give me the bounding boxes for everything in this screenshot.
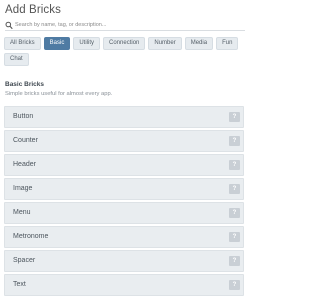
help-icon[interactable]: ? bbox=[229, 183, 240, 194]
brick-button[interactable]: Button ? bbox=[4, 106, 244, 128]
brick-list: Button ? Counter ? Header ? Image ? Menu… bbox=[4, 106, 244, 298]
brick-label: Spacer bbox=[13, 257, 36, 265]
brick-label: Image bbox=[13, 185, 33, 193]
filter-basic[interactable]: Basic bbox=[43, 37, 71, 50]
help-icon[interactable]: ? bbox=[229, 207, 240, 218]
brick-label: Header bbox=[13, 161, 36, 169]
brick-label: Button bbox=[13, 113, 34, 121]
filter-media[interactable]: Media bbox=[184, 37, 214, 50]
filter-all-bricks[interactable]: All Bricks bbox=[4, 37, 41, 50]
filter-utility[interactable]: Utility bbox=[73, 37, 101, 50]
help-icon[interactable]: ? bbox=[229, 231, 240, 242]
section-subtitle: Simple bricks useful for almost every ap… bbox=[5, 91, 113, 97]
brick-label: Text bbox=[13, 281, 26, 289]
section-title: Basic Bricks bbox=[5, 81, 45, 88]
brick-spacer[interactable]: Spacer ? bbox=[4, 250, 244, 272]
brick-text[interactable]: Text ? bbox=[4, 274, 244, 296]
help-icon[interactable]: ? bbox=[229, 111, 240, 122]
help-icon[interactable]: ? bbox=[229, 135, 240, 146]
brick-counter[interactable]: Counter ? bbox=[4, 130, 244, 152]
page-title: Add Bricks bbox=[5, 4, 61, 16]
search-bar bbox=[5, 20, 245, 31]
help-icon[interactable]: ? bbox=[229, 279, 240, 290]
brick-image[interactable]: Image ? bbox=[4, 178, 244, 200]
brick-label: Menu bbox=[13, 209, 31, 217]
brick-menu[interactable]: Menu ? bbox=[4, 202, 244, 224]
brick-label: Counter bbox=[13, 137, 38, 145]
filter-number[interactable]: Number bbox=[148, 37, 182, 50]
filter-connection[interactable]: Connection bbox=[103, 37, 146, 50]
filter-tabs: All Bricks Basic Utility Connection Numb… bbox=[4, 37, 244, 66]
search-input[interactable] bbox=[15, 20, 235, 30]
brick-metronome[interactable]: Metronome ? bbox=[4, 226, 244, 248]
filter-chat[interactable]: Chat bbox=[4, 53, 29, 66]
brick-header[interactable]: Header ? bbox=[4, 154, 244, 176]
help-icon[interactable]: ? bbox=[229, 159, 240, 170]
brick-label: Metronome bbox=[13, 233, 49, 241]
help-icon[interactable]: ? bbox=[229, 255, 240, 266]
search-icon bbox=[5, 21, 13, 30]
filter-fun[interactable]: Fun bbox=[216, 37, 239, 50]
